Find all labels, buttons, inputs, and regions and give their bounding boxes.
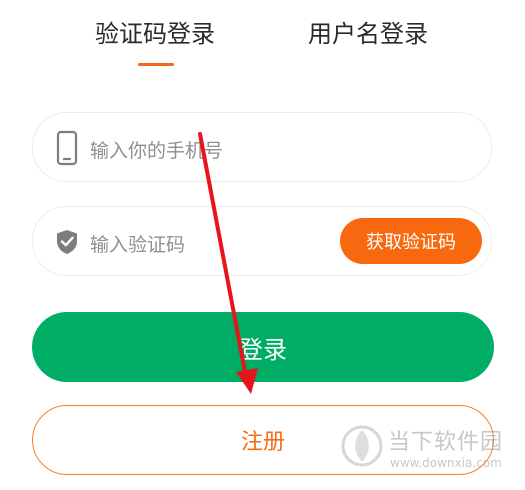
get-code-button[interactable]: 获取验证码: [340, 218, 482, 264]
tab-sms-login[interactable]: 验证码登录: [95, 14, 215, 49]
phone-input[interactable]: 输入你的手机号: [32, 112, 492, 182]
login-button[interactable]: 登录: [32, 312, 494, 382]
watermark-url: www.downxia.com: [390, 456, 502, 470]
watermark-name: 当下软件园: [388, 430, 504, 455]
watermark-logo-icon: [341, 425, 383, 467]
tab-username-login[interactable]: 用户名登录: [308, 14, 428, 49]
shield-check-icon: [55, 224, 79, 260]
watermark: 当下软件园 www.downxia.com: [340, 420, 520, 480]
verification-code-input[interactable]: 输入验证码 获取验证码: [32, 206, 492, 276]
phone-icon: [55, 130, 79, 166]
code-placeholder: 输入验证码: [90, 234, 186, 256]
active-tab-indicator: [138, 63, 174, 66]
phone-placeholder: 输入你的手机号: [90, 140, 224, 162]
